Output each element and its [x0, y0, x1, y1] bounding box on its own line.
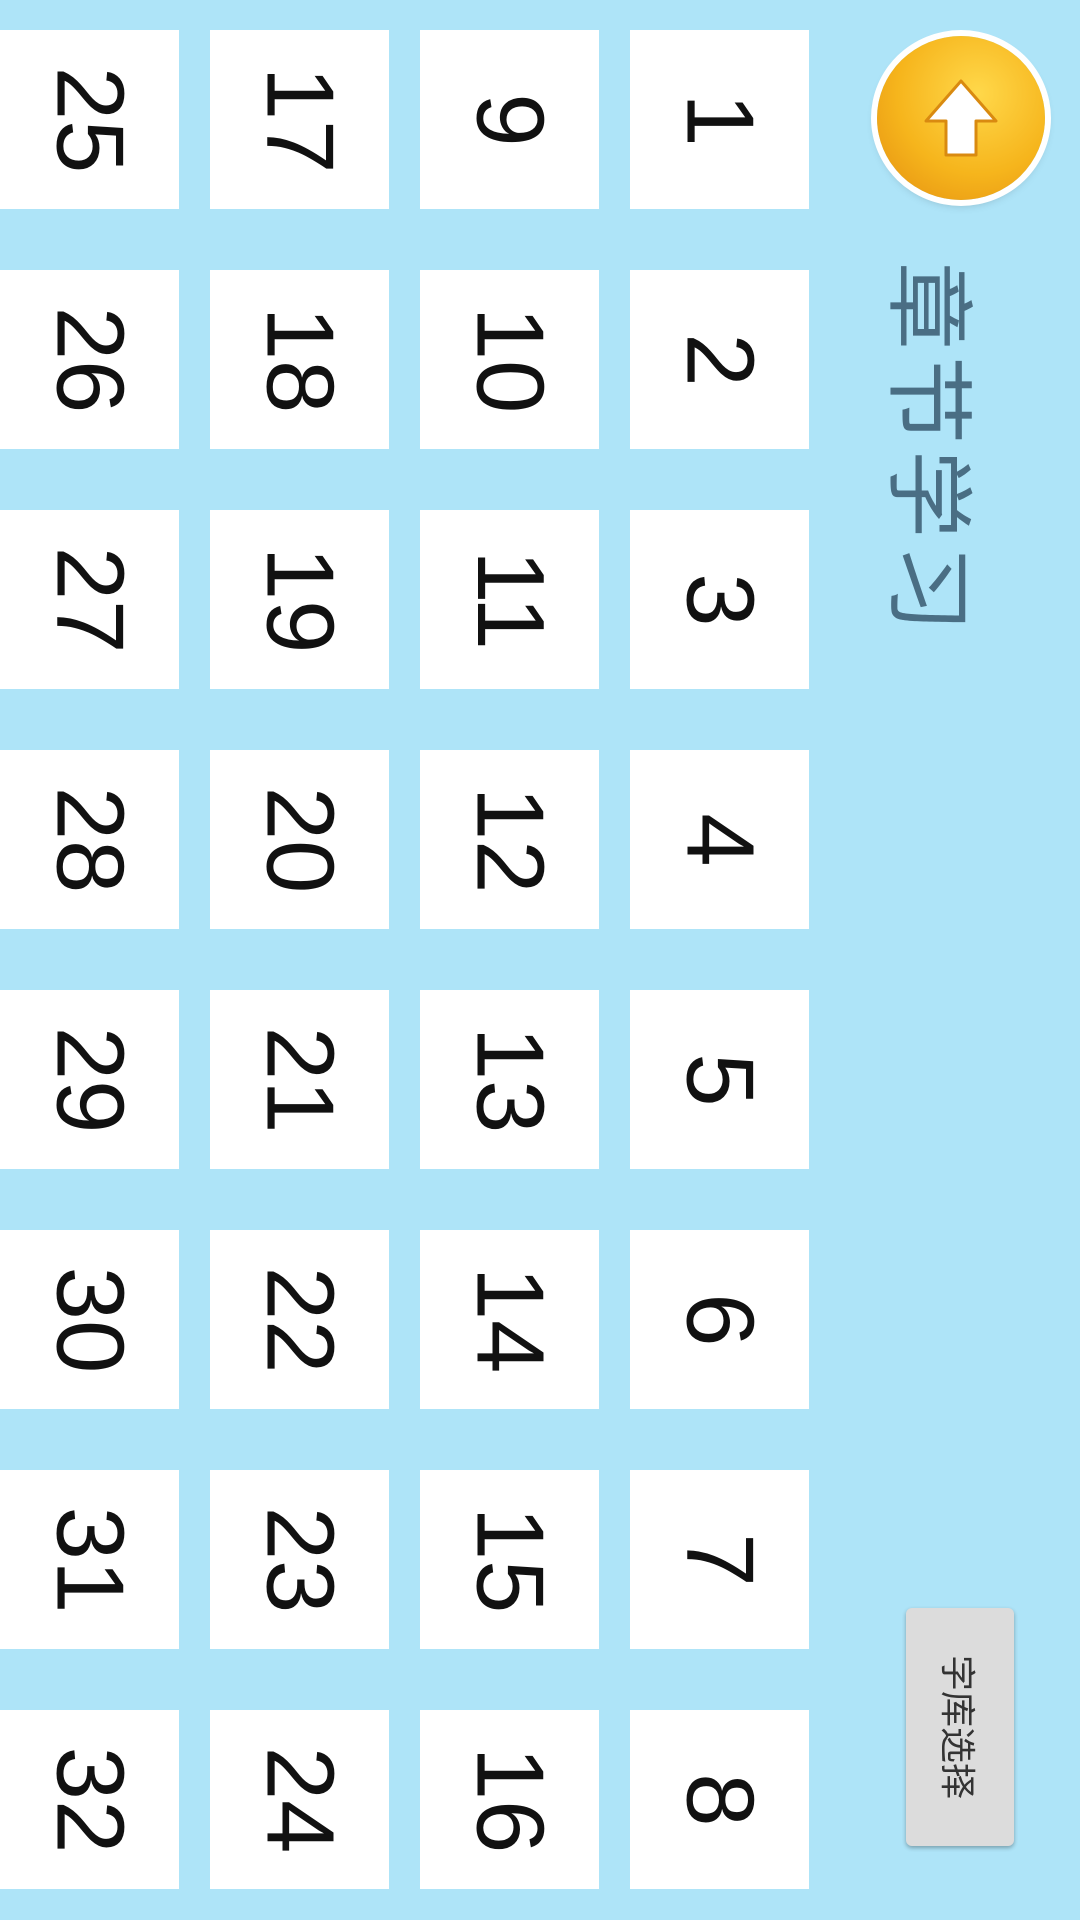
chapter-tile[interactable]: 9	[420, 30, 599, 209]
chapter-number: 10	[456, 306, 564, 413]
page-title: 章节学习	[876, 261, 980, 639]
chapter-number: 13	[456, 1026, 564, 1133]
chapter-tile[interactable]: 7	[630, 1470, 809, 1649]
chapter-number: 6	[666, 1292, 774, 1347]
back-button[interactable]	[877, 36, 1045, 200]
chapter-tile[interactable]: 13	[420, 990, 599, 1169]
chapter-tile[interactable]: 31	[0, 1470, 179, 1649]
chapter-number: 20	[246, 786, 354, 893]
chapter-tile[interactable]: 6	[630, 1230, 809, 1409]
chapter-number: 2	[666, 332, 774, 387]
chapter-number: 21	[246, 1026, 354, 1133]
chapter-tile[interactable]: 29	[0, 990, 179, 1169]
chapter-tile[interactable]: 15	[420, 1470, 599, 1649]
chapter-tile[interactable]: 11	[420, 510, 599, 689]
up-arrow-icon	[924, 79, 998, 157]
chapter-number: 25	[36, 66, 144, 173]
chapter-number: 24	[246, 1746, 354, 1853]
chapter-number: 3	[666, 572, 774, 627]
chapter-number: 1	[666, 92, 774, 147]
chapter-number: 9	[456, 92, 564, 147]
library-select-label: 字库选择	[936, 1654, 978, 1800]
chapter-tile[interactable]: 19	[210, 510, 389, 689]
chapter-tile[interactable]: 17	[210, 30, 389, 209]
chapter-number: 32	[36, 1746, 144, 1853]
chapter-tile[interactable]: 16	[420, 1710, 599, 1889]
chapter-tile[interactable]: 10	[420, 270, 599, 449]
chapter-number: 7	[666, 1532, 774, 1587]
chapter-number: 22	[246, 1266, 354, 1373]
chapter-tile[interactable]: 1	[630, 30, 809, 209]
chapter-number: 8	[666, 1772, 774, 1827]
chapter-number: 4	[666, 812, 774, 867]
chapter-tile[interactable]: 27	[0, 510, 179, 689]
chapter-tile[interactable]: 22	[210, 1230, 389, 1409]
chapter-tile[interactable]: 26	[0, 270, 179, 449]
chapter-tile[interactable]: 8	[630, 1710, 809, 1889]
chapter-tile[interactable]: 23	[210, 1470, 389, 1649]
chapter-tile[interactable]: 2	[630, 270, 809, 449]
chapter-number: 16	[456, 1746, 564, 1853]
chapter-tile[interactable]: 32	[0, 1710, 179, 1889]
chapter-number: 28	[36, 786, 144, 893]
chapter-number: 18	[246, 306, 354, 413]
chapter-tile[interactable]: 18	[210, 270, 389, 449]
chapter-number: 5	[666, 1052, 774, 1107]
chapter-tile[interactable]: 3	[630, 510, 809, 689]
chapter-tile[interactable]: 14	[420, 1230, 599, 1409]
chapter-tile[interactable]: 28	[0, 750, 179, 929]
chapter-tile[interactable]: 24	[210, 1710, 389, 1889]
library-select-button[interactable]: 字库选择	[906, 1608, 1014, 1846]
chapter-study-screen: 章节学习 1 2 3 4 5 6 7 8 9 10 11 12 13 14 15 16 17 18 19 20 21 22…	[0, 0, 1080, 1920]
chapter-number: 30	[36, 1266, 144, 1373]
chapter-tile[interactable]: 5	[630, 990, 809, 1169]
chapter-number: 29	[36, 1026, 144, 1133]
chapter-number: 19	[246, 546, 354, 653]
chapter-number: 14	[456, 1266, 564, 1373]
chapter-number: 17	[246, 66, 354, 173]
chapter-number: 26	[36, 306, 144, 413]
chapter-tile[interactable]: 4	[630, 750, 809, 929]
chapter-number: 31	[36, 1506, 144, 1613]
chapter-tile[interactable]: 25	[0, 30, 179, 209]
chapter-tile[interactable]: 30	[0, 1230, 179, 1409]
chapter-tile[interactable]: 20	[210, 750, 389, 929]
chapter-number: 15	[456, 1506, 564, 1613]
chapter-tile[interactable]: 21	[210, 990, 389, 1169]
chapter-tile[interactable]: 12	[420, 750, 599, 929]
chapter-number: 27	[36, 546, 144, 653]
chapter-number: 12	[456, 786, 564, 893]
chapter-number: 23	[246, 1506, 354, 1613]
chapter-number: 11	[456, 549, 564, 650]
